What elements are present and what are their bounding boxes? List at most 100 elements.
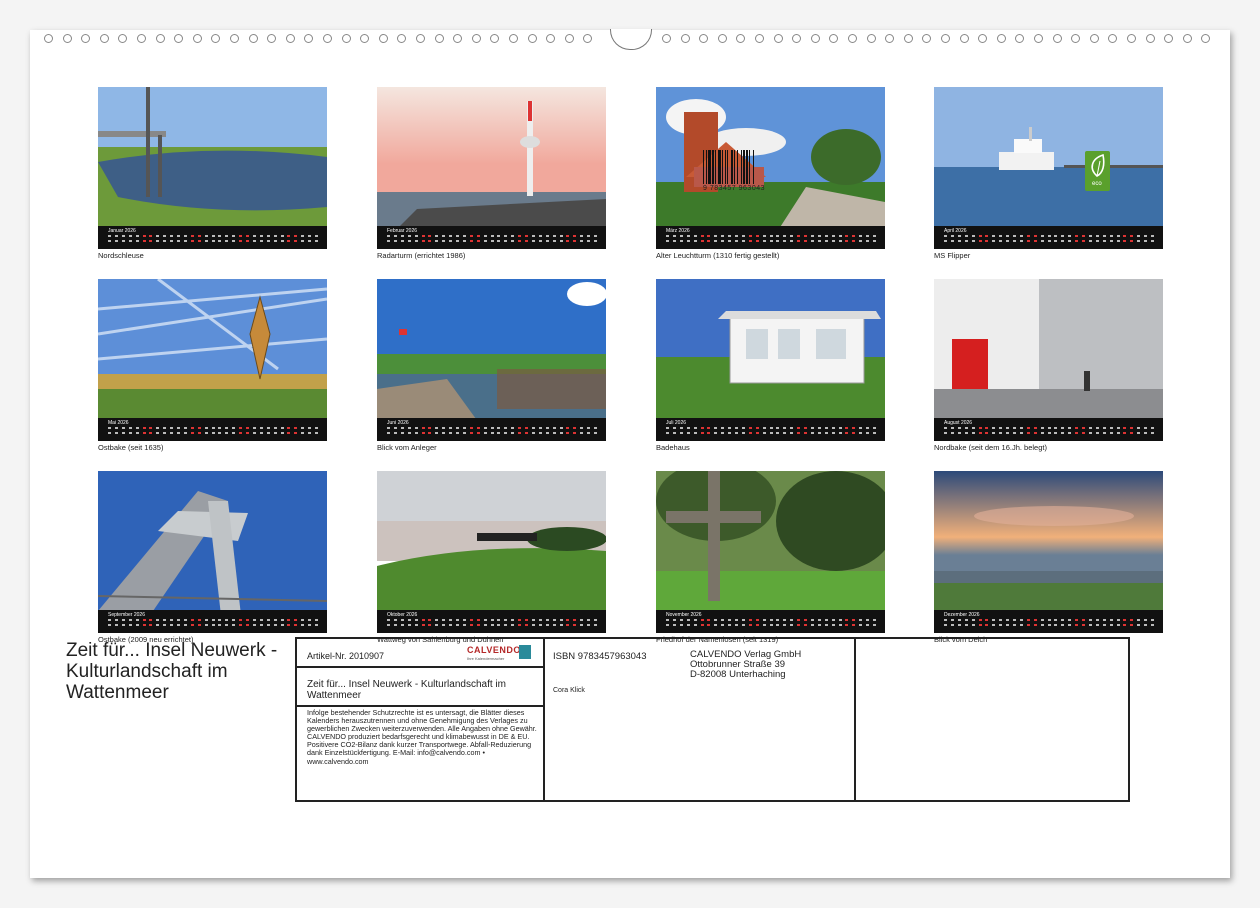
day-row — [387, 432, 602, 435]
binding-ring — [81, 34, 91, 43]
divider — [297, 705, 543, 707]
binding-ring — [509, 34, 518, 43]
photo-caption: MS Flipper — [934, 251, 971, 260]
calvendo-logo: CALVENDO — [467, 645, 521, 655]
photo-tower — [98, 471, 327, 633]
day-row — [108, 432, 323, 435]
binding-ring — [810, 34, 820, 43]
month-label: Januar 2026 — [108, 228, 136, 234]
month-label: Dezember 2026 — [944, 612, 980, 618]
binding-ring — [583, 34, 593, 43]
binding-ring — [304, 34, 314, 43]
binding-ring — [1182, 34, 1192, 43]
binding-ring — [829, 34, 839, 43]
binding-ring — [903, 34, 913, 43]
month-tile-juni: Juni 2026 Blick vom Anleger — [377, 279, 606, 452]
binding-ring — [792, 34, 802, 43]
binding-ring — [959, 34, 969, 43]
binding-ring — [773, 34, 783, 43]
calendar-strip: Dezember 2026 — [934, 610, 1163, 633]
calendar-strip: Oktober 2026 — [377, 610, 606, 633]
day-row — [944, 624, 1159, 627]
month-tile-august: August 2026 Nordbake (seit dem 16.Jh. be… — [934, 279, 1163, 452]
binding-ring — [1071, 34, 1081, 43]
calendar-strip: Februar 2026 — [377, 226, 606, 249]
binding-ring — [192, 34, 202, 43]
month-tile-november: November 2026 Friedhof der Namenlosen (s… — [656, 471, 885, 644]
month-tile-oktober: Oktober 2026 Wattweg von Sahlenburg und … — [377, 471, 606, 644]
weekday-row — [666, 619, 881, 622]
month-label: Juli 2026 — [666, 420, 687, 426]
day-row — [666, 240, 881, 243]
publisher-line: D-82008 Unterhaching — [690, 669, 786, 680]
binding-ring — [211, 34, 221, 43]
month-tile-april: April 2026 MS Flipper — [934, 87, 1163, 260]
photo-caption: Alter Leuchtturm (1310 fertig gestellt) — [656, 251, 780, 260]
month-photo: März 2026 — [656, 87, 885, 249]
info-column-article: Artikel-Nr. 2010907 CALVENDO Ihre Kalend… — [297, 639, 545, 800]
weekday-row — [666, 427, 881, 430]
binding-ring — [1127, 34, 1136, 43]
divider — [297, 666, 543, 668]
binding-ring — [1015, 34, 1025, 43]
binding-ring — [755, 34, 764, 43]
binding-ring — [978, 34, 988, 43]
binding-ring — [1108, 34, 1118, 43]
isbn: ISBN 9783457963043 — [553, 651, 647, 662]
calvendo-logo-icon — [519, 645, 531, 659]
binding-ring — [1052, 34, 1062, 43]
binding-ring — [378, 34, 388, 43]
month-photo: April 2026 — [934, 87, 1163, 249]
weekday-row — [387, 427, 602, 430]
photo-caption: Nordschleuse — [98, 251, 144, 260]
calendar-strip: Mai 2026 — [98, 418, 327, 441]
binding-ring — [137, 34, 146, 43]
day-row — [108, 240, 323, 243]
binding-ring — [996, 34, 1006, 43]
binding-ring — [1201, 34, 1211, 43]
day-row — [387, 624, 602, 627]
month-photo: Januar 2026 — [98, 87, 327, 249]
photo-lighthouse — [656, 87, 885, 249]
month-tile-dezember: Dezember 2026 Blick vom Deich — [934, 471, 1163, 644]
binding-ring — [62, 34, 72, 43]
photo-radar — [377, 87, 606, 249]
month-label: August 2026 — [944, 420, 973, 426]
day-row — [387, 240, 602, 243]
month-photo: November 2026 — [656, 471, 885, 633]
binding-ring — [360, 34, 370, 43]
photo-sluice — [98, 87, 327, 249]
calendar-strip: Juni 2026 — [377, 418, 606, 441]
month-label: März 2026 — [666, 228, 690, 234]
calendar-strip: März 2026 — [656, 226, 885, 249]
publisher-address: CALVENDO Verlag GmbH Ottobrunner Straße … — [690, 650, 801, 680]
barcode-number: 9 783457 963043 — [703, 185, 765, 192]
weekday-row — [666, 235, 881, 238]
month-tile-januar: Januar 2026 Nordschleuse — [98, 87, 327, 260]
calendar-strip: April 2026 — [934, 226, 1163, 249]
month-photo: Juni 2026 — [377, 279, 606, 441]
binding-ring — [285, 34, 295, 43]
day-row — [944, 240, 1159, 243]
binding-ring — [397, 34, 407, 43]
photo-caption: Nordbake (seit dem 16.Jh. belegt) — [934, 443, 1047, 452]
month-label: Juni 2026 — [387, 420, 409, 426]
day-row — [108, 624, 323, 627]
month-photo: August 2026 — [934, 279, 1163, 441]
month-photo: Dezember 2026 — [934, 471, 1163, 633]
month-label: November 2026 — [666, 612, 702, 618]
month-tile-september: September 2026 Ostbake (2009 neu erricht… — [98, 471, 327, 644]
binding-ring — [736, 34, 746, 43]
binding-ring — [546, 34, 556, 43]
photo-caption: Radarturm (errichtet 1986) — [377, 251, 466, 260]
day-row — [666, 432, 881, 435]
binding-ring — [527, 34, 537, 43]
binding-ring — [866, 34, 876, 43]
binding-ring — [155, 34, 165, 43]
binding-ring — [680, 34, 690, 43]
weekday-row — [387, 235, 602, 238]
calendar-strip: September 2026 — [98, 610, 327, 633]
binding-ring — [490, 34, 500, 43]
binding-ring — [848, 34, 857, 43]
binding-ring — [717, 34, 727, 43]
